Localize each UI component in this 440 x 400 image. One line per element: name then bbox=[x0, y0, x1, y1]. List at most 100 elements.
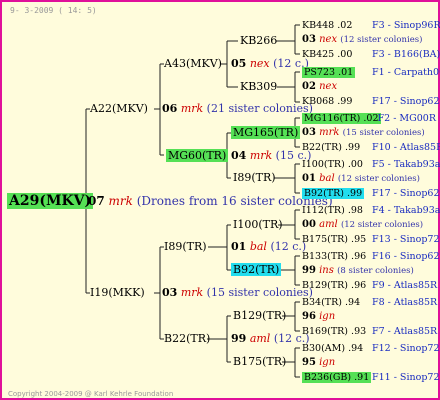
g2-mating-1: 05 nex (12 c.) bbox=[231, 58, 309, 70]
g4-sire-5-b-place: F13 - Sinop72R bbox=[372, 234, 440, 245]
g4-sire-8-a-place: F12 - Sinop72R bbox=[372, 343, 440, 354]
g4-num-2: 02 bbox=[302, 81, 316, 92]
g2-num-1: 05 bbox=[231, 57, 247, 70]
g4-mate-8: ign bbox=[319, 357, 336, 368]
g1-num-2: 03 bbox=[162, 286, 178, 299]
g4-sire-4-a: I100(TR) .00 F5 - Takab93aR bbox=[302, 159, 440, 170]
g4-sire-5-b: B175(TR) .95 F13 - Sinop72R bbox=[302, 234, 440, 245]
g4-sire-2-a: PS723 .01 F1 - Carpath00R bbox=[302, 67, 440, 78]
g4-sire-1-b-year: .00 bbox=[337, 49, 353, 60]
g4-sire-4-a-label: I100(TR) bbox=[302, 159, 345, 170]
g4-sire-7-b: B169(TR) .93 F7 - Atlas85R bbox=[302, 326, 437, 337]
g4-sire-1-b: KB425 .00 F3 - B166(BA) bbox=[302, 49, 440, 60]
g4-sire-1-a: KB448 .02 F3 - Sinop96R bbox=[302, 20, 440, 31]
g2-num-4: 99 bbox=[231, 332, 247, 345]
g4-note-3: (15 sister colonies) bbox=[342, 128, 425, 138]
g3-queen-4: I89(TR) bbox=[233, 171, 276, 184]
g4-sire-1-b-id: KB425 .00 bbox=[302, 49, 352, 60]
g4-num-8: 95 bbox=[302, 357, 316, 368]
g4-sire-7-b-label: B169(TR) bbox=[302, 326, 349, 337]
g4-num-6: 99 bbox=[302, 265, 316, 276]
g4-sire-2-b-id: KB068 .99 bbox=[302, 96, 352, 107]
g4-sire-3-b-year: .99 bbox=[345, 142, 361, 153]
g4-mating-6: 99 ins (8 sister colonies) bbox=[302, 265, 414, 277]
g4-sire-2-b: KB068 .99 F17 - Sinop62R bbox=[302, 96, 440, 107]
g3-queen-1: KB266 bbox=[240, 34, 278, 47]
g4-sire-7-a-year: .94 bbox=[345, 297, 361, 308]
g4-sire-8-a-year: .94 bbox=[348, 343, 364, 354]
g2-queen-4: B22(TR) bbox=[164, 332, 211, 345]
g4-sire-8-b-label: B236(GB) bbox=[304, 372, 352, 383]
g4-sire-6-a: B133(TR) .96 F16 - Sinop62R bbox=[302, 251, 440, 262]
g1-mate-1: mrk bbox=[180, 102, 204, 115]
g2-queen-2: MG60(TR) bbox=[164, 149, 230, 162]
g4-sire-3-b-id: B22(TR) .99 bbox=[302, 142, 360, 153]
g4-sire-3-b-label: B22(TR) bbox=[302, 142, 342, 153]
g4-sire-4-b-id: B92(TR) .99 bbox=[302, 188, 365, 199]
g4-mating-2: 02 nex bbox=[302, 81, 337, 93]
g4-mating-1: 03 nex (12 sister colonies) bbox=[302, 34, 422, 46]
g4-num-4: 01 bbox=[302, 173, 316, 184]
root-mating: 07 mrk (Drones from 16 sister colonies) bbox=[88, 195, 333, 207]
g3-queen-6-label: B92(TR) bbox=[231, 263, 282, 276]
g4-mate-4: bal bbox=[319, 173, 335, 184]
g4-sire-7-a-id: B34(TR) .94 bbox=[302, 297, 360, 308]
g3-queen-7: B129(TR) bbox=[233, 309, 287, 322]
root-queen: A29(MKV) bbox=[7, 193, 94, 209]
g1-num-1: 06 bbox=[162, 102, 178, 115]
g4-sire-5-a-id: I112(TR) .98 bbox=[302, 205, 363, 216]
g4-sire-1-a-id: KB448 .02 bbox=[302, 20, 352, 31]
g4-num-7: 96 bbox=[302, 311, 316, 322]
g4-sire-6-b-label: B129(TR) bbox=[302, 280, 349, 291]
g4-num-5: 00 bbox=[302, 219, 316, 230]
g4-note-4: (12 sister colonies) bbox=[337, 174, 420, 184]
g4-sire-6-a-place: F16 - Sinop62R bbox=[372, 251, 440, 262]
root-num: 07 bbox=[88, 194, 105, 208]
g4-sire-2-a-place: F1 - Carpath00R bbox=[372, 67, 440, 78]
g4-sire-1-a-label: KB448 bbox=[302, 20, 335, 31]
g4-sire-5-b-id: B175(TR) .95 bbox=[302, 234, 366, 245]
g4-mate-5: aml bbox=[319, 219, 338, 230]
g4-sire-7-a: B34(TR) .94 F8 - Atlas85R bbox=[302, 297, 437, 308]
g4-sire-4-a-year: .00 bbox=[347, 159, 363, 170]
g4-sire-5-a-year: .98 bbox=[347, 205, 363, 216]
g4-sire-8-a: B30(AM) .94 F12 - Sinop72R bbox=[302, 343, 440, 354]
g2-note-3: (12 c.) bbox=[270, 240, 307, 253]
g4-sire-1-b-place: F3 - B166(BA) bbox=[372, 49, 440, 60]
g4-sire-6-a-year: .96 bbox=[351, 251, 367, 262]
header-date: 9- 3-2009 ( 14: 5) bbox=[10, 6, 97, 15]
g4-sire-2-b-year: .99 bbox=[337, 96, 353, 107]
g4-mate-2: nex bbox=[319, 81, 338, 92]
g1-note-2: (15 sister colonies) bbox=[206, 286, 313, 299]
g4-mate-3: mrk bbox=[319, 127, 340, 138]
g4-note-1: (12 sister colonies) bbox=[340, 35, 423, 45]
g3-queen-3: MG165(TR) bbox=[231, 126, 301, 139]
g2-mate-3: bal bbox=[249, 240, 267, 253]
g2-num-3: 01 bbox=[231, 240, 247, 253]
g4-sire-4-a-place: F5 - Takab93aR bbox=[372, 159, 440, 170]
g3-queen-3-label: MG165(TR) bbox=[231, 126, 301, 139]
g1-note-1: (21 sister colonies) bbox=[206, 102, 313, 115]
g4-sire-2-a-year: .01 bbox=[338, 67, 354, 78]
g2-mate-4: aml bbox=[249, 332, 271, 345]
g1-mating-1: 06 mrk (21 sister colonies) bbox=[162, 103, 313, 115]
g4-sire-3-a-label: MG116(TR) bbox=[304, 113, 361, 124]
g2-mate-2: mrk bbox=[249, 149, 273, 162]
g4-sire-3-b: B22(TR) .99 F10 - Atlas85R bbox=[302, 142, 440, 153]
g4-mating-8: 95 ign bbox=[302, 357, 335, 369]
g4-sire-5-a-label: I112(TR) bbox=[302, 205, 345, 216]
g4-mate-6: ins bbox=[319, 265, 334, 276]
g4-sire-3-a: MG116(TR) .02 F2 - MG00R bbox=[302, 113, 436, 124]
g4-sire-4-b-label: B92(TR) bbox=[304, 188, 344, 199]
g4-sire-6-a-label: B133(TR) bbox=[302, 251, 349, 262]
g4-sire-5-b-year: .95 bbox=[351, 234, 367, 245]
g2-queen-3: I89(TR) bbox=[164, 240, 207, 253]
g4-sire-5-b-label: B175(TR) bbox=[302, 234, 349, 245]
g4-mating-5: 00 aml (12 sister colonies) bbox=[302, 219, 423, 231]
g1-mating-2: 03 mrk (15 sister colonies) bbox=[162, 287, 313, 299]
g4-note-5: (12 sister colonies) bbox=[340, 220, 424, 230]
g4-sire-5-a-place: F4 - Takab93aR bbox=[372, 205, 440, 216]
g4-sire-8-a-id: B30(AM) .94 bbox=[302, 343, 363, 354]
g2-mating-2: 04 mrk (15 c.) bbox=[231, 150, 311, 162]
g2-mating-4: 99 aml (12 c.) bbox=[231, 333, 310, 345]
